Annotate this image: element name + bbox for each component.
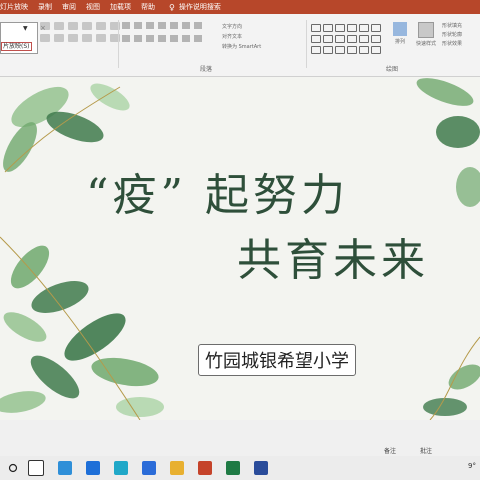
align-text-button[interactable]: 对齐文本: [222, 32, 261, 42]
shape-arrow[interactable]: [359, 24, 369, 32]
chevron-down-icon[interactable]: ▼: [23, 25, 28, 32]
distribute-button[interactable]: [170, 35, 178, 42]
notes-button[interactable]: 备注: [384, 446, 396, 455]
style-box[interactable]: ▼ × 片放映(S): [0, 22, 46, 54]
italic-button[interactable]: [96, 22, 106, 30]
numbering-button[interactable]: [134, 22, 142, 29]
app-icon-3[interactable]: [142, 461, 156, 475]
ribbon: ▼ × 片放映(S) 文字方向 对齐文本 转换为: [0, 14, 480, 77]
shape-rounded[interactable]: [323, 46, 333, 54]
smartart-button[interactable]: 转换为 SmartArt: [222, 42, 261, 52]
text-direction-group: 文字方向 对齐文本 转换为 SmartArt: [222, 22, 261, 52]
edge-icon[interactable]: [58, 461, 72, 475]
quick-style-icon: [418, 22, 434, 38]
menu-view[interactable]: 视图: [86, 2, 100, 12]
text-direction-button[interactable]: 文字方向: [222, 22, 261, 32]
strike-button[interactable]: [40, 34, 50, 42]
shape-bracket[interactable]: [347, 35, 357, 43]
bullets-button[interactable]: [122, 22, 130, 29]
shape-star[interactable]: [371, 35, 381, 43]
font-size-down-button[interactable]: [54, 22, 64, 30]
comments-button[interactable]: 批注: [420, 446, 432, 455]
columns-button[interactable]: [194, 22, 202, 29]
menu-slideshow[interactable]: 灯片放映: [0, 2, 28, 12]
shape-brace-2[interactable]: [359, 46, 369, 54]
paragraph-group-label: 段落: [200, 66, 213, 73]
ribbon-divider: [118, 20, 119, 68]
shape-line-3[interactable]: [347, 24, 357, 32]
shape-curve[interactable]: [359, 35, 369, 43]
menu-help[interactable]: 帮助: [141, 2, 155, 12]
clear-format-button[interactable]: [68, 22, 78, 30]
school-name-box[interactable]: 竹园城银希望小学: [198, 344, 356, 376]
shape-format-group: 形状填充 形状轮廓 形状效果: [442, 22, 462, 49]
search-box[interactable]: ♀ 操作说明搜索: [169, 2, 221, 12]
shape-fill-button[interactable]: 形状填充: [442, 22, 462, 31]
powerpoint-icon[interactable]: [198, 461, 212, 475]
bold-button[interactable]: [82, 22, 92, 30]
shape-rect-2[interactable]: [323, 35, 333, 43]
shape-arrow-2[interactable]: [371, 24, 381, 32]
style-label: 片放映(S): [1, 42, 32, 51]
status-bar: 备注 批注: [0, 420, 480, 456]
menu-addins[interactable]: 加载项: [110, 2, 131, 12]
quick-style-button[interactable]: 快速样式: [416, 22, 436, 52]
app-icon-4[interactable]: [254, 461, 268, 475]
line-spacing-button[interactable]: [170, 22, 178, 29]
text-box-button[interactable]: [182, 35, 190, 42]
menu-review[interactable]: 审阅: [62, 2, 76, 12]
shapes-gallery[interactable]: [311, 24, 381, 54]
app-icon-2[interactable]: [114, 461, 128, 475]
search-input[interactable]: 操作说明搜索: [179, 2, 221, 12]
quick-style-label: 快速样式: [416, 41, 437, 47]
rtl-button[interactable]: [182, 22, 190, 29]
justify-button[interactable]: [158, 35, 166, 42]
taskbar: 9°: [0, 456, 480, 480]
case-button[interactable]: [82, 34, 92, 42]
shape-brace[interactable]: [347, 46, 357, 54]
font-size-up-button[interactable]: [40, 22, 50, 30]
shape-effects-button[interactable]: 形状效果: [442, 40, 462, 49]
lightbulb-icon: ♀: [169, 2, 175, 12]
align-right-button[interactable]: [146, 35, 154, 42]
shape-line-2[interactable]: [335, 24, 345, 32]
highlight-button[interactable]: [96, 34, 106, 42]
shape-box[interactable]: [311, 46, 321, 54]
slide-title-line1[interactable]: “疫” 起努力: [86, 159, 349, 223]
shape-more[interactable]: [371, 46, 381, 54]
search-icon[interactable]: [4, 460, 22, 476]
text-more-button[interactable]: [194, 35, 202, 42]
shadow-button[interactable]: [54, 34, 64, 42]
arrange-button[interactable]: 排列: [390, 22, 410, 52]
shape-oval[interactable]: [335, 35, 345, 43]
slide-title-line2[interactable]: 共育未来: [237, 224, 429, 288]
slide[interactable]: “疫” 起努力 共育未来 竹园城银希望小学: [0, 77, 480, 420]
shape-rect[interactable]: [311, 24, 321, 32]
shape-triangle[interactable]: [311, 35, 321, 43]
slide-editor[interactable]: “疫” 起努力 共育未来 竹园城银希望小学: [0, 77, 480, 420]
align-center-button[interactable]: [134, 35, 142, 42]
arrange-label: 排列: [394, 39, 405, 45]
shape-hex[interactable]: [335, 46, 345, 54]
outdent-button[interactable]: [146, 22, 154, 29]
file-explorer-icon[interactable]: [170, 461, 184, 475]
arrange-icon: [393, 22, 407, 36]
ribbon-divider: [306, 20, 307, 68]
indent-button[interactable]: [158, 22, 166, 29]
drawing-group-label: 绘图: [386, 66, 399, 73]
spacing-button[interactable]: [68, 34, 78, 42]
excel-icon[interactable]: [226, 461, 240, 475]
font-buttons: [40, 22, 122, 42]
menu-record[interactable]: 录制: [38, 2, 52, 12]
paragraph-buttons: [122, 22, 204, 42]
shape-line[interactable]: [323, 24, 333, 32]
align-left-button[interactable]: [122, 35, 130, 42]
weather-tray[interactable]: 9°: [468, 462, 476, 470]
shape-outline-button[interactable]: 形状轮廓: [442, 31, 462, 40]
task-view-icon[interactable]: [28, 460, 44, 476]
app-icon[interactable]: [86, 461, 100, 475]
menu-bar: 灯片放映 录制 审阅 视图 加载项 帮助 ♀ 操作说明搜索: [0, 0, 480, 14]
